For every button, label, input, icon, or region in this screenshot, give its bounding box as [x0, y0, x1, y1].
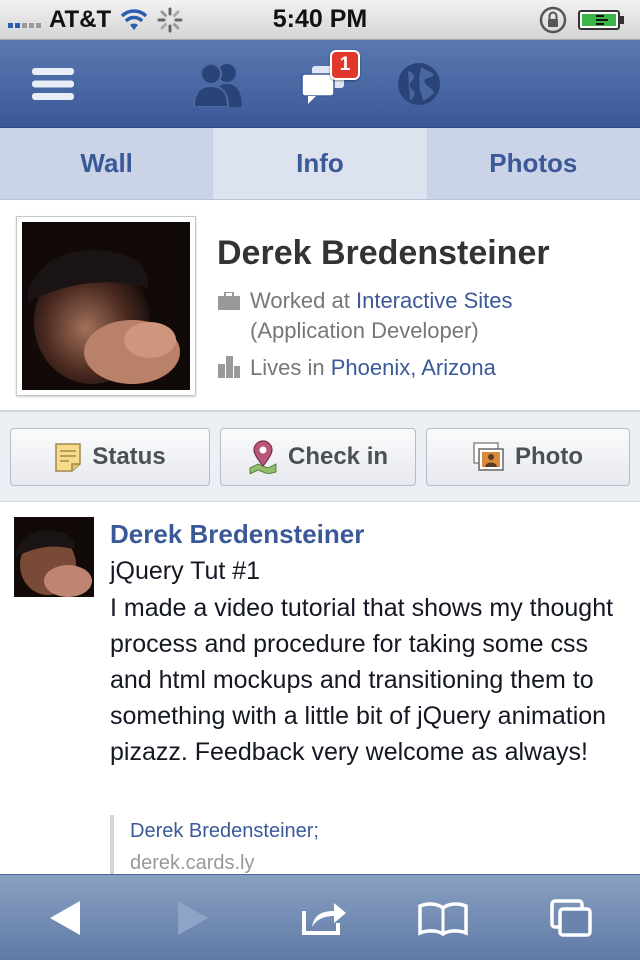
- profile-header: Derek Bredensteiner Worked at Interactiv…: [0, 200, 640, 412]
- back-button[interactable]: [20, 875, 110, 960]
- status-button[interactable]: Status: [10, 428, 210, 486]
- post-attachment[interactable]: Derek Bredensteiner; derek.cards.ly: [110, 815, 590, 875]
- tabs-icon: [550, 899, 592, 937]
- work-info: Worked at Interactive Sites (Application…: [218, 286, 513, 346]
- friend-requests-button[interactable]: [184, 40, 254, 128]
- photo-button[interactable]: Photo: [426, 428, 630, 486]
- share-icon: [302, 903, 346, 935]
- status-note-icon: [55, 443, 82, 472]
- back-arrow-icon: [50, 901, 80, 935]
- post-body: I made a video tutorial that shows my th…: [110, 594, 614, 766]
- post-author-avatar[interactable]: [14, 517, 94, 597]
- map-pin-icon: [249, 440, 277, 474]
- share-button[interactable]: [280, 875, 370, 960]
- wall-post: Derek Bredensteiner jQuery Tut #1 I made…: [0, 503, 640, 875]
- lives-prefix: Lives in: [250, 355, 325, 380]
- bookmarks-icon: [418, 902, 468, 936]
- status-label: Status: [92, 443, 166, 470]
- menu-icon: [32, 68, 74, 100]
- carrier-label: AT&T: [49, 5, 112, 33]
- attachment-url: derek.cards.ly: [130, 852, 255, 874]
- status-bar: AT&T 5:40 PM: [0, 0, 640, 40]
- post-title: jQuery Tut #1: [110, 557, 261, 585]
- post-author-name[interactable]: Derek Bredensteiner: [110, 519, 364, 550]
- activity-spinner-icon: [157, 7, 183, 32]
- attachment-name[interactable]: Derek Bredensteiner;: [130, 815, 590, 847]
- profile-picture[interactable]: [16, 216, 196, 396]
- notifications-button[interactable]: [384, 40, 454, 128]
- tab-photos[interactable]: Photos: [427, 128, 640, 199]
- profile-photo-image: [22, 222, 190, 390]
- notifications-globe-icon: [398, 63, 440, 105]
- profile-name: Derek Bredensteiner: [217, 234, 550, 272]
- briefcase-icon: [218, 292, 240, 310]
- profile-tabs: Wall Info Photos: [0, 128, 640, 200]
- friend-requests-icon: [192, 63, 242, 107]
- location-link[interactable]: Phoenix, Arizona: [331, 355, 496, 380]
- menu-button[interactable]: [18, 40, 88, 128]
- signal-icon: [8, 12, 41, 28]
- messages-button[interactable]: 1: [288, 40, 360, 128]
- photo-label: Photo: [515, 443, 583, 470]
- browser-toolbar: [0, 874, 640, 960]
- tab-wall[interactable]: Wall: [0, 128, 213, 199]
- work-place-link[interactable]: Interactive Sites: [356, 288, 513, 313]
- messages-count-badge: 1: [330, 50, 360, 80]
- check-in-label: Check in: [287, 443, 389, 470]
- wifi-icon: [120, 8, 148, 30]
- forward-arrow-icon: [178, 901, 208, 935]
- work-title: (Application Developer): [250, 318, 479, 343]
- check-in-button[interactable]: Check in: [220, 428, 416, 486]
- forward-button[interactable]: [148, 875, 238, 960]
- publisher-actions: Status Check in Photo: [0, 412, 640, 502]
- tabs-button[interactable]: [526, 875, 616, 960]
- battery-charging-icon: [578, 9, 624, 30]
- rotation-lock-icon: [539, 6, 567, 33]
- work-prefix: Worked at: [250, 288, 350, 313]
- city-buildings-icon: [218, 356, 240, 378]
- tab-info[interactable]: Info: [213, 128, 427, 199]
- facebook-navbar: 1: [0, 40, 640, 128]
- photo-icon: [473, 442, 504, 471]
- location-info: Lives in Phoenix, Arizona: [218, 353, 496, 383]
- bookmarks-button[interactable]: [398, 875, 488, 960]
